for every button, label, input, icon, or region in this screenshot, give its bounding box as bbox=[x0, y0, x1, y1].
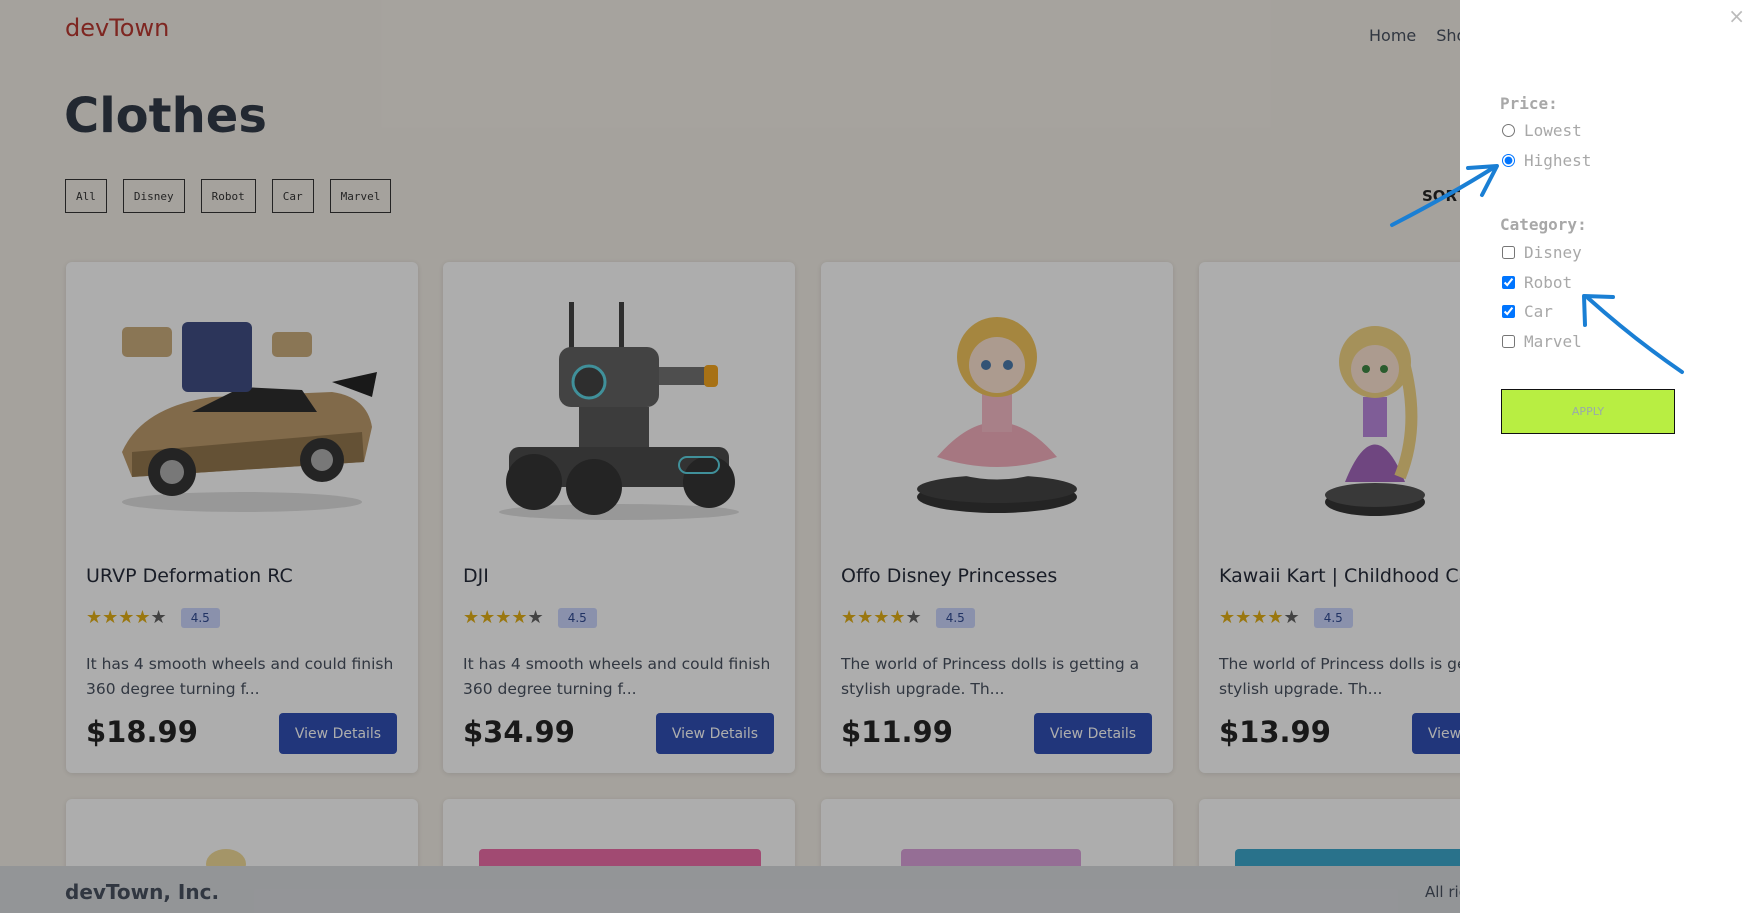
category-label: Category: bbox=[1500, 215, 1587, 234]
option-label: Robot bbox=[1524, 273, 1573, 292]
price-option-highest[interactable]: Highest bbox=[1500, 151, 1591, 170]
checkbox-car[interactable] bbox=[1502, 305, 1515, 318]
category-option-car[interactable]: Car bbox=[1500, 302, 1553, 321]
filter-drawer: × Price: Lowest Highest Category: Disney… bbox=[1460, 0, 1755, 913]
shop-page: devTown Home Shop Clothes All Disney Rob… bbox=[0, 0, 1755, 913]
price-label: Price: bbox=[1500, 94, 1558, 113]
checkbox-disney[interactable] bbox=[1502, 246, 1515, 259]
option-label: Disney bbox=[1524, 243, 1582, 262]
price-option-lowest[interactable]: Lowest bbox=[1500, 121, 1582, 140]
close-icon[interactable]: × bbox=[1728, 4, 1745, 28]
option-label: Highest bbox=[1524, 151, 1592, 170]
checkbox-marvel[interactable] bbox=[1502, 335, 1515, 348]
category-option-marvel[interactable]: Marvel bbox=[1500, 332, 1582, 351]
modal-backdrop[interactable] bbox=[0, 0, 1460, 913]
checkbox-robot[interactable] bbox=[1502, 276, 1515, 289]
apply-button[interactable]: APPLY bbox=[1501, 389, 1675, 434]
option-label: Lowest bbox=[1524, 121, 1582, 140]
radio-highest[interactable] bbox=[1502, 154, 1515, 167]
category-option-disney[interactable]: Disney bbox=[1500, 243, 1582, 262]
option-label: Car bbox=[1524, 302, 1553, 321]
radio-lowest[interactable] bbox=[1502, 124, 1515, 137]
option-label: Marvel bbox=[1524, 332, 1582, 351]
category-option-robot[interactable]: Robot bbox=[1500, 273, 1572, 292]
